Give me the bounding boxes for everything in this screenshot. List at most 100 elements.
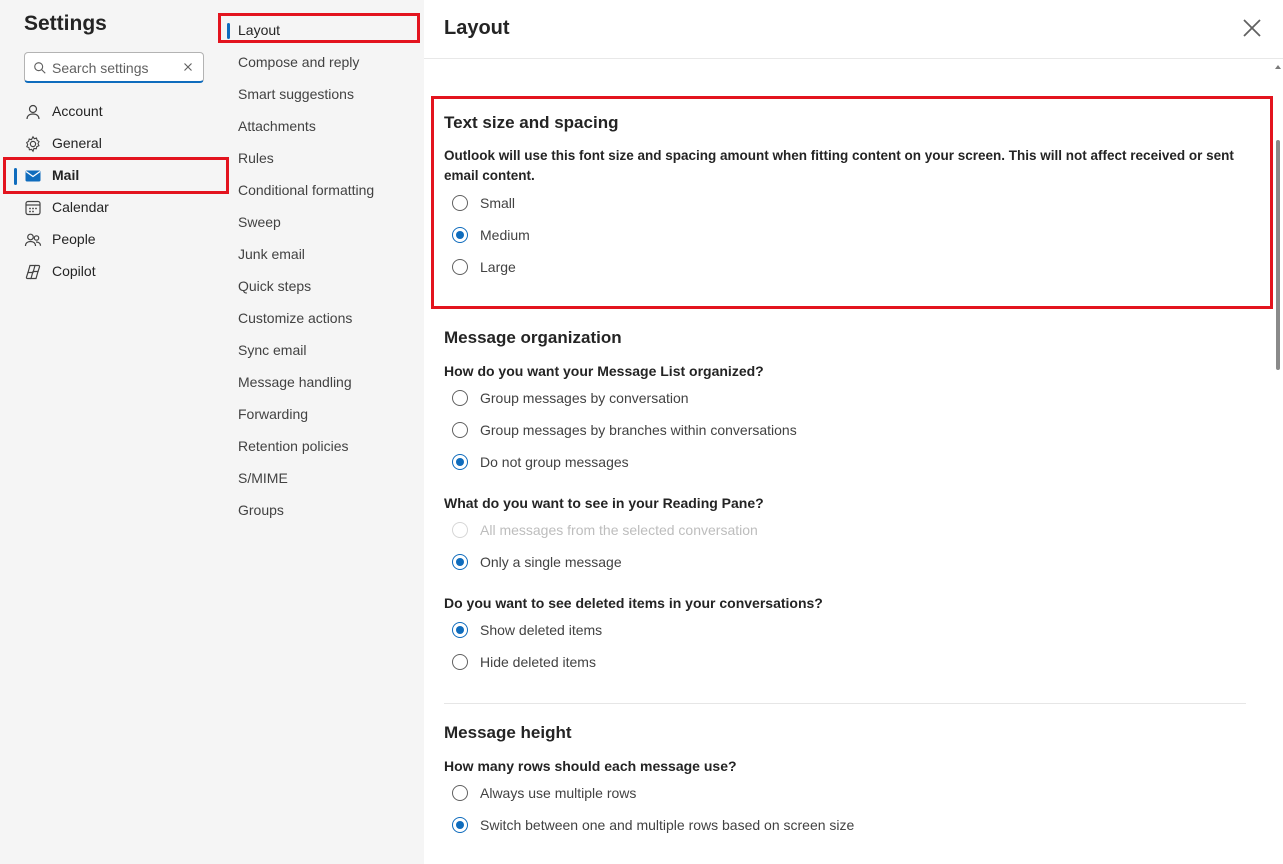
radio-label: Medium	[480, 227, 530, 243]
radio-label: All messages from the selected conversat…	[480, 522, 758, 538]
section-divider	[444, 703, 1246, 704]
radio-circle[interactable]	[452, 785, 468, 801]
category-general[interactable]: General	[0, 128, 224, 160]
radio-group-by-conversation[interactable]: Group messages by conversation	[452, 384, 952, 412]
section-conditional-formatting[interactable]: Conditional formatting	[224, 174, 424, 206]
radio-circle[interactable]	[452, 422, 468, 438]
section-retention-policies[interactable]: Retention policies	[224, 430, 424, 462]
radio-circle[interactable]	[452, 195, 468, 211]
category-label: People	[52, 231, 96, 247]
message-height-heading: Message height	[444, 723, 572, 742]
section-label: Sync email	[238, 342, 307, 358]
panel-title: Layout	[444, 17, 510, 39]
section-groups[interactable]: Groups	[224, 494, 424, 526]
header-divider	[424, 58, 1283, 59]
radio-label: Group messages by conversation	[480, 390, 689, 406]
radio-label: Always use multiple rows	[480, 785, 637, 801]
radio-medium[interactable]: Medium	[452, 221, 952, 249]
section-label: Smart suggestions	[238, 86, 354, 102]
radio-do-not-group[interactable]: Do not group messages	[452, 448, 952, 476]
close-icon[interactable]	[1240, 16, 1264, 40]
copilot-icon	[25, 264, 41, 280]
section-sync-email[interactable]: Sync email	[224, 334, 424, 366]
category-copilot[interactable]: Copilot	[0, 256, 224, 288]
category-label: Calendar	[52, 199, 109, 215]
radio-circle[interactable]	[452, 654, 468, 670]
radio-circle[interactable]	[452, 817, 468, 833]
section-forwarding[interactable]: Forwarding	[224, 398, 424, 430]
text-size-heading: Text size and spacing	[444, 113, 619, 132]
section-attachments[interactable]: Attachments	[224, 110, 424, 142]
radio-circle[interactable]	[452, 454, 468, 470]
radio-all-messages: All messages from the selected conversat…	[452, 516, 952, 544]
selected-indicator	[227, 23, 230, 39]
radio-label: Only a single message	[480, 554, 622, 570]
radio-hide-deleted[interactable]: Hide deleted items	[452, 648, 952, 676]
scrollbar-thumb[interactable]	[1276, 140, 1280, 370]
message-list-question: How do you want your Message List organi…	[444, 363, 764, 379]
section-quick-steps[interactable]: Quick steps	[224, 270, 424, 302]
section-compose-and-reply[interactable]: Compose and reply	[224, 46, 424, 78]
section-label: Message handling	[238, 374, 352, 390]
category-calendar[interactable]: Calendar	[0, 192, 224, 224]
section-message-handling[interactable]: Message handling	[224, 366, 424, 398]
section-smart-suggestions[interactable]: Smart suggestions	[224, 78, 424, 110]
radio-single-message[interactable]: Only a single message	[452, 548, 952, 576]
clear-search-icon[interactable]	[181, 60, 195, 74]
radio-circle[interactable]	[452, 622, 468, 638]
radio-label: Show deleted items	[480, 622, 603, 638]
radio-switch-rows[interactable]: Switch between one and multiple rows bas…	[452, 811, 952, 839]
category-label: Mail	[52, 167, 80, 183]
radio-label: Large	[480, 259, 516, 275]
category-people[interactable]: People	[0, 224, 224, 256]
section-label: Customize actions	[238, 310, 353, 326]
category-account[interactable]: Account	[0, 96, 224, 128]
category-label: General	[52, 135, 102, 151]
radio-label: Group messages by branches within conver…	[480, 422, 797, 438]
section-rules[interactable]: Rules	[224, 142, 424, 174]
section-label: S/MIME	[238, 470, 288, 486]
section-sweep[interactable]: Sweep	[224, 206, 424, 238]
radio-circle	[452, 522, 468, 538]
search-input[interactable]	[52, 58, 177, 78]
category-label: Account	[52, 103, 103, 119]
message-rows-question: How many rows should each message use?	[444, 758, 737, 774]
section-junk-email[interactable]: Junk email	[224, 238, 424, 270]
radio-circle[interactable]	[452, 227, 468, 243]
section-label: Compose and reply	[238, 54, 360, 70]
radio-small[interactable]: Small	[452, 189, 952, 217]
radio-multiple-rows[interactable]: Always use multiple rows	[452, 779, 952, 807]
mail-sections-pane: Layout Compose and reply Smart suggestio…	[224, 0, 424, 864]
settings-title: Settings	[24, 12, 107, 35]
section-smime[interactable]: S/MIME	[224, 462, 424, 494]
scroll-up-arrow-icon[interactable]	[1275, 65, 1281, 69]
radio-label: Small	[480, 195, 516, 211]
search-box[interactable]	[24, 52, 204, 83]
person-icon	[26, 104, 40, 120]
people-icon	[24, 233, 42, 247]
radio-group-by-branches[interactable]: Group messages by branches within conver…	[452, 416, 952, 444]
radio-label: Do not group messages	[480, 454, 629, 470]
scrollbar[interactable]	[1272, 60, 1283, 864]
section-customize-actions[interactable]: Customize actions	[224, 302, 424, 334]
section-label: Quick steps	[238, 278, 312, 294]
radio-circle[interactable]	[452, 259, 468, 275]
selected-indicator	[14, 168, 17, 185]
radio-circle[interactable]	[452, 554, 468, 570]
radio-label: Hide deleted items	[480, 654, 596, 670]
section-label: Rules	[238, 150, 274, 166]
text-size-description: Outlook will use this font size and spac…	[444, 148, 1234, 183]
radio-large[interactable]: Large	[452, 253, 952, 281]
radio-circle[interactable]	[452, 390, 468, 406]
section-label: Conditional formatting	[238, 182, 375, 198]
layout-settings-panel: Layout Text size and spacing Outlook wil…	[424, 0, 1283, 864]
category-mail[interactable]: Mail	[0, 160, 224, 192]
section-label: Junk email	[238, 246, 305, 262]
settings-categories-pane: Settings Account General Mail Calendar P…	[0, 0, 224, 864]
mail-icon	[25, 170, 41, 182]
radio-show-deleted[interactable]: Show deleted items	[452, 616, 952, 644]
section-label: Sweep	[238, 214, 281, 230]
section-layout[interactable]: Layout	[224, 14, 424, 46]
calendar-icon	[25, 200, 41, 216]
search-icon	[34, 62, 46, 74]
